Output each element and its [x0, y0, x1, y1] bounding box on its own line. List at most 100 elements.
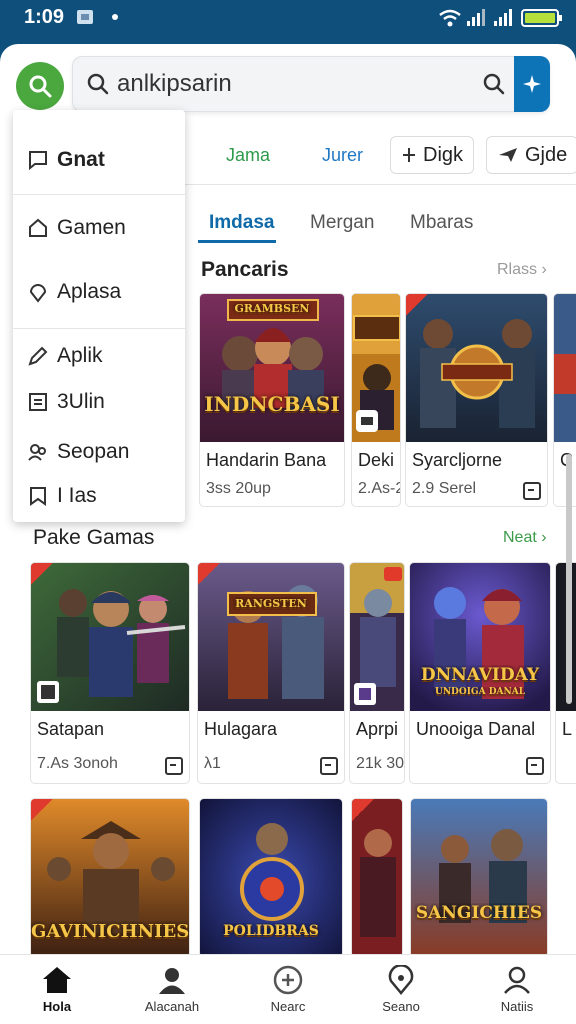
nav-item-hola[interactable]: Hola — [12, 965, 102, 1014]
chip-jurer[interactable]: Jurer — [322, 136, 363, 174]
add-icon[interactable] — [165, 757, 183, 775]
game-thumbnail — [31, 563, 189, 711]
search-input[interactable]: anlkipsarin — [117, 70, 232, 98]
drawer-item-gnat[interactable]: Gnat — [27, 148, 105, 172]
section-title-pake-gamas: Pake Gamas — [33, 526, 155, 549]
sparkle-icon — [523, 75, 541, 93]
drawer-item-label: 3Ulin — [57, 390, 105, 413]
drawer-item-seopan[interactable]: Seopan — [27, 440, 129, 464]
nav-label: Seano — [382, 999, 420, 1014]
drawer-item-3ulin[interactable]: 3Ulin — [27, 390, 105, 414]
game-card[interactable]: DNNAVIDAY UNDOIGA DANAL Unooiga Danal — [409, 562, 551, 784]
chip-label: Jama — [226, 144, 271, 165]
add-icon[interactable] — [523, 482, 541, 500]
game-card[interactable]: C — [553, 293, 576, 507]
link-label: Rlass — [497, 261, 538, 278]
thumb-banner-text: GRAMBSEN — [234, 302, 310, 315]
wifi-icon — [438, 9, 462, 32]
new-ribbon — [198, 563, 220, 585]
notification-icon — [76, 9, 94, 30]
game-thumbnail: DNNAVIDAY UNDOIGA DANAL — [410, 563, 550, 711]
game-meta: 7.As 3onoh — [37, 755, 118, 772]
add-icon[interactable] — [526, 757, 544, 775]
game-meta: λ1 — [204, 755, 221, 772]
drawer-item-label: Seopan — [57, 440, 130, 463]
game-card[interactable]: Deki 2.As-2 — [351, 293, 401, 507]
game-title: Hulagara — [204, 719, 278, 739]
bottom-navigation: Hola Alacanah Nearc Seano Natiis — [0, 954, 576, 1024]
new-ribbon — [31, 563, 53, 585]
game-card[interactable]: POLIDBRAS — [199, 798, 343, 958]
game-thumbnail: GAVINICHNIES — [31, 799, 189, 957]
status-bar: 1:09 — [0, 0, 576, 34]
drawer-item-label: Aplik — [57, 344, 103, 367]
tab-imdasa[interactable]: Imdasa — [209, 212, 274, 234]
game-meta: 2.9 Serel — [412, 480, 477, 497]
location-icon — [388, 965, 414, 995]
game-card[interactable]: GAVINICHNIES — [30, 798, 190, 958]
thumb-banner-text: UNDOIGA DANAL — [434, 687, 526, 697]
game-meta: 21k 30gn — [356, 755, 405, 772]
game-thumbnail: SANGICHIES — [411, 799, 547, 957]
tab-indicator — [198, 240, 276, 243]
chip-label: Jurer — [322, 144, 364, 165]
game-thumbnail — [352, 294, 400, 442]
drawer-item-i-ias[interactable]: I Ias — [27, 484, 97, 508]
drawer-item-aplik[interactable]: Aplik — [27, 344, 103, 368]
nav-item-nearc[interactable]: Nearc — [243, 965, 333, 1014]
nav-item-natiis[interactable]: Natiis — [472, 965, 562, 1014]
person-icon — [159, 968, 185, 994]
list-icon — [29, 393, 47, 411]
game-meta: 2.As-2 — [358, 480, 401, 497]
drawer-divider — [13, 328, 185, 329]
new-ribbon — [406, 294, 428, 316]
tab-mbaras[interactable]: Mbaras — [410, 212, 473, 234]
scrollbar[interactable] — [566, 454, 572, 704]
drawer-item-label: Aplasa — [57, 280, 122, 303]
nav-label: Hola — [42, 999, 72, 1014]
edit-icon — [28, 346, 48, 366]
plus-icon — [403, 148, 415, 162]
chip-jama[interactable]: Jama — [226, 136, 270, 174]
game-thumbnail — [352, 799, 402, 957]
game-card[interactable]: RANGSTEN Hulagara λ1 — [197, 562, 345, 784]
game-card[interactable]: GRAMBSEN INDNCBASI Handarin Bana 3ss 20u… — [199, 293, 345, 507]
add-icon[interactable] — [320, 757, 338, 775]
drawer-item-aplasa[interactable]: Aplasa — [27, 280, 121, 304]
game-title: Deki — [358, 450, 395, 470]
game-title: Unooiga Danal — [416, 719, 536, 739]
game-card[interactable] — [351, 798, 403, 958]
pin-icon — [29, 284, 47, 303]
section-link-neat[interactable]: Neat › — [503, 529, 547, 547]
status-dot — [112, 14, 118, 20]
search-icon — [85, 71, 111, 102]
nav-item-seano[interactable]: Seano — [356, 965, 446, 1014]
game-thumbnail — [406, 294, 547, 442]
menu-search-button[interactable] — [16, 62, 64, 110]
section-link-rlass[interactable]: Rlass › — [497, 261, 547, 279]
voice-assist-button[interactable] — [514, 56, 550, 112]
drawer-item-gamen[interactable]: Gamen — [27, 216, 126, 240]
tab-mergan[interactable]: Mergan — [310, 212, 374, 234]
signal-icon — [466, 9, 488, 32]
search-bar[interactable]: anlkipsarin — [72, 56, 550, 112]
send-icon — [499, 148, 517, 162]
nav-item-alacanah[interactable]: Alacanah — [127, 965, 217, 1014]
side-drawer: Gnat Gamen Aplasa Aplik 3Ulin Seopan I I… — [13, 110, 185, 522]
search-icon — [29, 75, 52, 98]
home-icon — [29, 218, 47, 237]
chip-digk[interactable]: Digk — [390, 136, 475, 174]
home-icon — [43, 967, 71, 993]
chip-label: Gjde — [525, 143, 568, 166]
signal-icon-2 — [493, 9, 515, 32]
chip-gjde[interactable]: Gjde — [486, 136, 576, 174]
thumb-title-text: SANGICHIES — [415, 903, 543, 923]
game-card[interactable]: SANGICHIES — [410, 798, 548, 958]
game-card[interactable]: Satapan 7.As 3onoh — [30, 562, 190, 784]
search-submit-icon[interactable] — [481, 71, 507, 102]
game-card[interactable]: Syarcljorne 2.9 Serel — [405, 293, 548, 507]
game-thumbnail — [350, 563, 404, 711]
bookmark-icon — [30, 487, 46, 506]
game-card[interactable]: Aprpi 21k 30gn — [349, 562, 405, 784]
link-label: Neat — [503, 529, 537, 546]
